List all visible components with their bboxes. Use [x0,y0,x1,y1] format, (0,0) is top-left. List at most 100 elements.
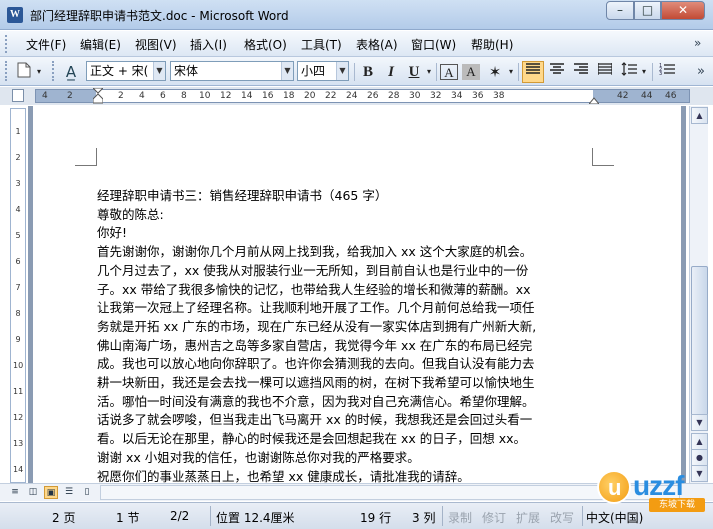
styles-pane-icon[interactable]: A̲ [60,62,82,82]
underline-chevron-icon[interactable]: ▾ [424,62,434,82]
new-document-icon[interactable] [14,62,34,82]
underline-button[interactable]: U [404,62,424,82]
horizontal-scrollbar[interactable] [100,485,680,500]
menu-view[interactable]: 视图(V) [135,36,177,53]
vruler-label: 10 [13,361,24,370]
italic-button[interactable]: I [381,62,401,82]
menu-edit[interactable]: 编辑(E) [80,36,121,53]
align-justify-button[interactable] [522,61,544,83]
reading-layout-view-icon[interactable]: ▯ [80,486,94,499]
vertical-scrollbar[interactable]: ▲ ▼ ▲ ● ▼ [689,106,708,483]
status-separator [210,506,211,526]
paragraph-line: 首先谢谢你，谢谢你几个月前从网上找到我，给我加入 xx 这个大家庭的机会。 [97,244,533,260]
crop-mark-top-right [592,148,614,166]
status-separator [582,506,583,526]
align-right-button[interactable] [570,62,592,82]
vertical-ruler[interactable]: 1 2 3 4 5 6 7 8 9 10 11 12 13 14 [10,108,26,483]
menu-file[interactable]: 文件(F) [26,36,66,53]
align-center-button[interactable] [546,62,568,82]
style-combo[interactable]: 正文 + 宋( ▼ [86,61,166,81]
chevron-down-icon[interactable]: ▼ [153,62,165,80]
menu-format[interactable]: 格式(O) [244,36,287,53]
vruler-label: 2 [15,153,21,162]
char-scaling-chevron-icon[interactable]: ▾ [506,62,516,82]
vertical-scroll-thumb[interactable] [691,266,708,416]
menu-window[interactable]: 窗口(W) [411,36,456,53]
svg-text:3: 3 [659,71,662,76]
menu-tools[interactable]: 工具(T) [301,36,342,53]
char-border-button[interactable]: A [440,64,458,80]
menubar-grip-icon[interactable] [5,35,8,53]
vruler-label: 6 [15,257,21,266]
print-layout-view-icon[interactable]: ▣ [44,486,58,499]
normal-view-icon[interactable]: ≡ [8,486,22,499]
select-browse-object-icon[interactable]: ● [691,449,708,466]
chevron-down-icon[interactable]: ▼ [281,62,293,80]
ruler-label: 46 [665,91,677,101]
ruler-label: 2 [118,91,124,101]
bold-button[interactable]: B [358,62,378,82]
distributed-align-button[interactable] [594,62,616,82]
outline-view-icon[interactable]: ☰ [62,486,76,499]
status-separator [442,506,443,526]
ruler-label: 26 [367,91,379,101]
window-title: 部门经理辞职申请书范文.doc - Microsoft Word [30,9,289,23]
line-spacing-icon [621,62,637,76]
toolbar-grip-icon[interactable] [5,61,8,81]
formatting-toolbar: ▾ A̲ 正文 + 宋( ▼ 宋体 ▼ 小四 ▼ B I U ▾ A A ✶ ▾… [0,57,713,86]
vruler-label: 1 [15,127,21,136]
ruler-label: 10 [199,91,211,101]
font-combo[interactable]: 宋体 ▼ [170,61,294,81]
minimize-button[interactable]: – [606,1,634,20]
menu-help[interactable]: 帮助(H) [471,36,513,53]
status-page-of: 2/2 [170,509,190,523]
word-app-icon[interactable]: W [7,7,23,23]
paragraph-line: 佛山南海广场，惠州吉之岛等多家自营店，我觉得今年 xx 在广东的布局已经完 [97,337,533,353]
maximize-button[interactable]: □ [634,1,661,20]
ruler-label: 36 [472,91,484,101]
status-section: 1 节 [116,511,140,525]
right-indent-marker-icon[interactable] [589,96,599,104]
close-button[interactable]: ✕ [661,1,705,20]
title-bar: W 部门经理辞职申请书范文.doc - Microsoft Word – □ ✕ [0,0,713,30]
status-extend[interactable]: 扩展 [516,509,540,526]
status-position: 位置 12.4厘米 [216,511,295,525]
char-scaling-icon[interactable]: ✶ [484,62,506,82]
ruler-label: 16 [262,91,274,101]
menu-insert[interactable]: 插入(I) [190,36,227,53]
horizontal-ruler[interactable]: 4 2 2 4 6 8 10 12 14 16 18 20 22 24 26 2… [35,88,690,104]
paragraph-line: 务就是开拓 xx 广东的市场，现在广东已经从没有一家实体店到拥有广州新大新, [97,318,537,334]
web-layout-view-icon[interactable]: ◫ [26,486,40,499]
toolbar-options-chevron-icon[interactable]: ▾ [34,62,44,82]
align-justify-icon [526,63,540,74]
style-combo-value: 正文 + 宋( [90,64,149,78]
ruler-label: 22 [325,91,337,101]
font-size-combo[interactable]: 小四 ▼ [297,61,349,81]
indent-marker-icon[interactable] [93,88,103,104]
char-shading-button[interactable]: A [462,64,480,80]
line-spacing-button[interactable] [620,62,638,82]
distributed-align-icon [597,63,613,75]
menu-overflow-chevron-icon[interactable]: » [694,36,701,50]
font-size-value: 小四 [301,64,326,78]
toolbar2-grip-icon[interactable] [52,61,55,81]
vruler-label: 12 [13,413,24,422]
line-spacing-chevron-icon[interactable]: ▾ [639,62,649,82]
ruler-label: 34 [451,91,463,101]
vruler-label: 14 [13,465,24,474]
numbering-button[interactable]: 123 [656,62,678,82]
scroll-up-arrow-icon[interactable]: ▲ [691,107,708,124]
status-overtype[interactable]: 改写 [550,509,574,526]
crop-mark-top-left [75,148,97,166]
chevron-down-icon[interactable]: ▼ [336,62,348,80]
status-record[interactable]: 录制 [448,509,472,526]
tab-selector-icon[interactable] [12,89,24,102]
vruler-label: 13 [13,439,24,448]
menu-table[interactable]: 表格(A) [356,36,398,53]
scroll-down-arrow-icon[interactable]: ▼ [691,414,708,431]
document-text[interactable]: 经理辞职申请书三：销售经理辞职申请书（465 字） 尊敬的陈总: 你好! 首先谢… [97,187,597,486]
previous-page-icon[interactable]: ▲ [691,433,708,450]
ruler-label: 14 [241,91,253,101]
status-track-changes[interactable]: 修订 [482,509,506,526]
toolbar-overflow-chevron-icon[interactable]: » [694,62,708,82]
